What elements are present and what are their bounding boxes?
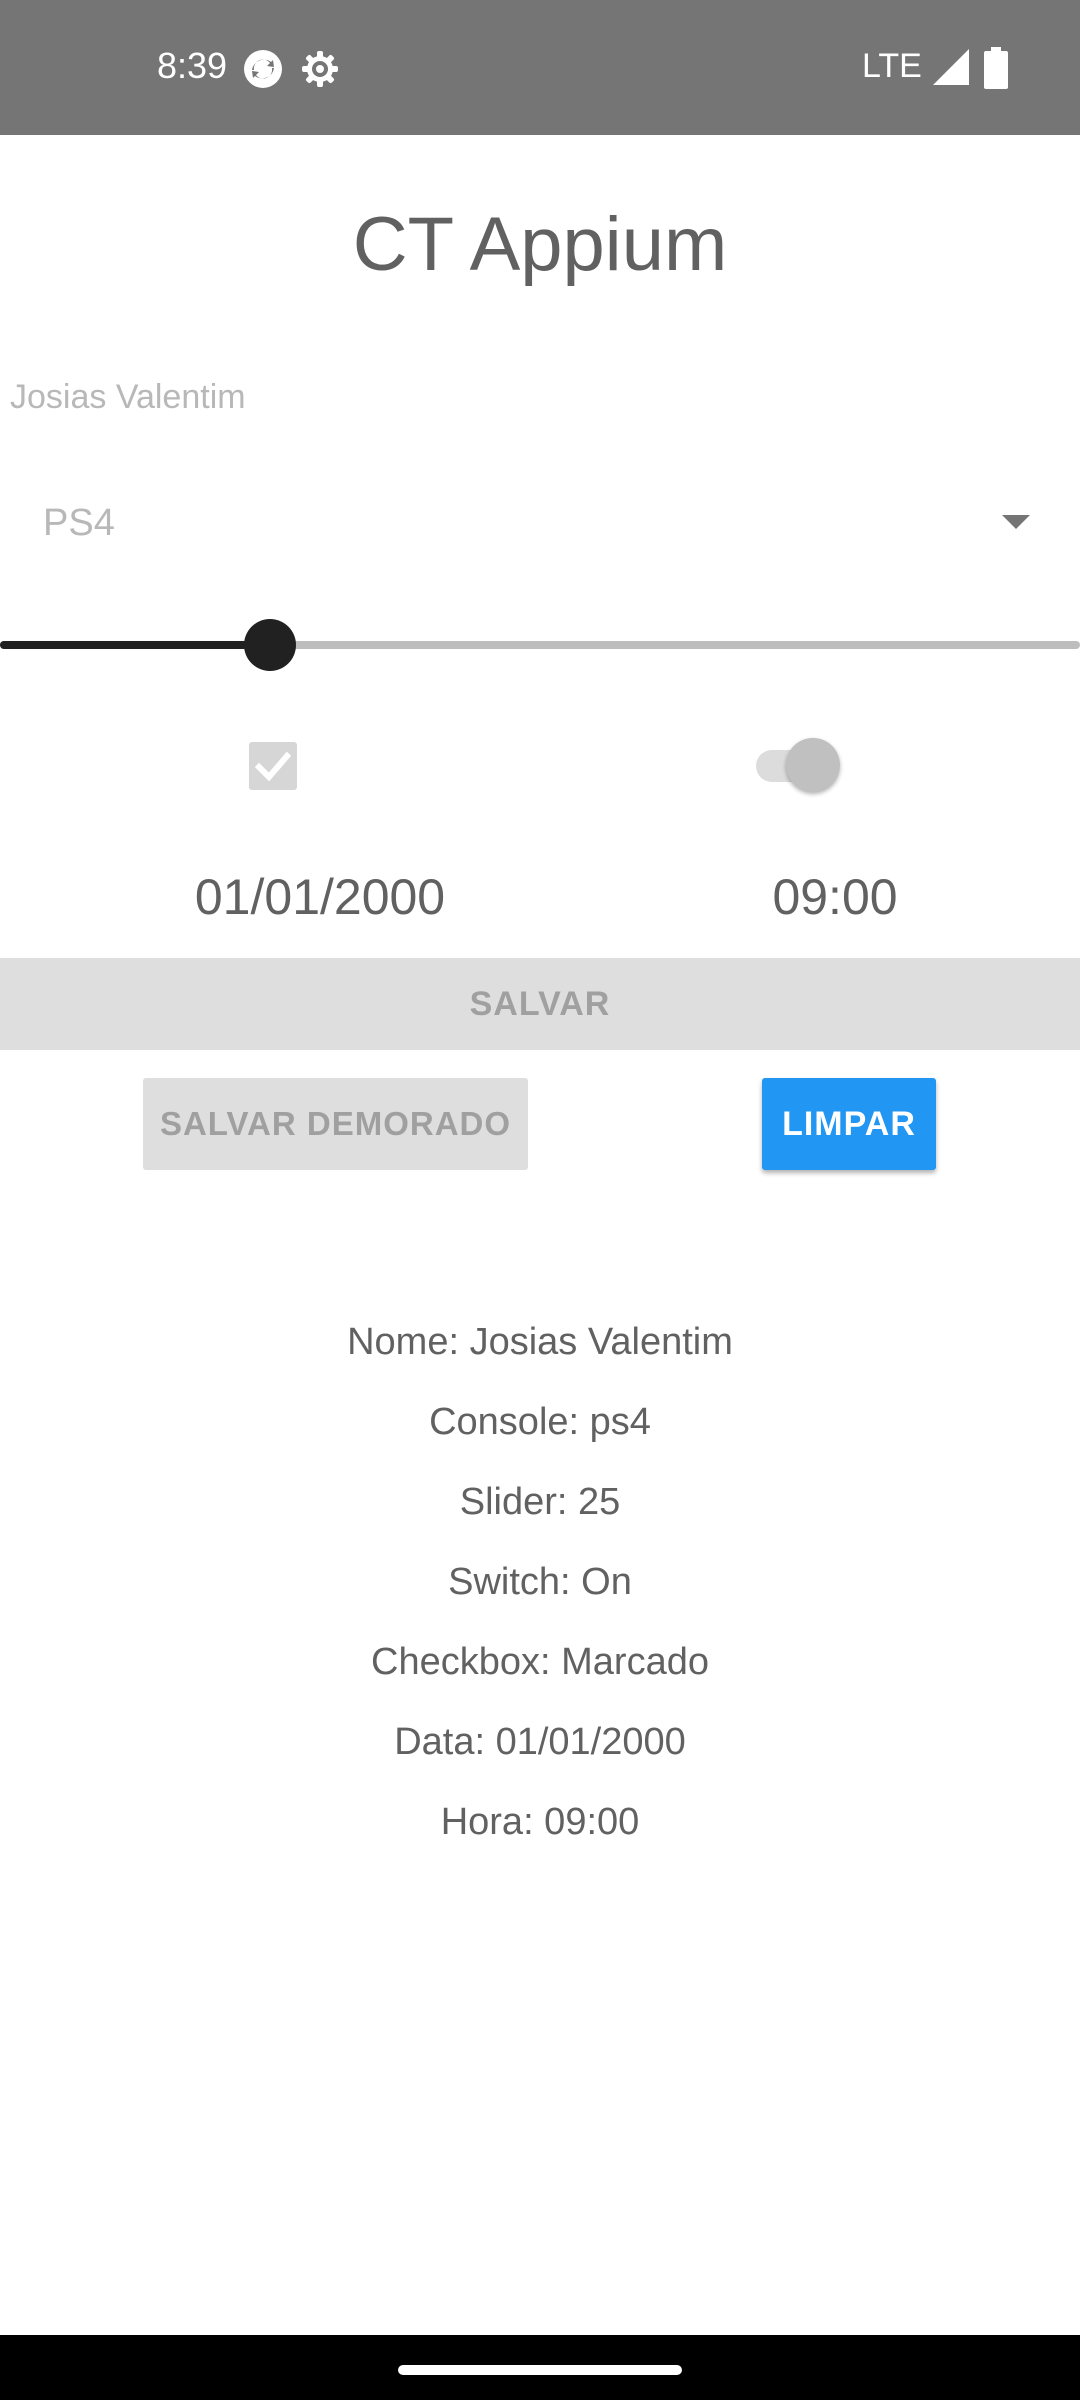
console-spinner[interactable]: PS4 [0,490,1080,560]
check-icon [254,751,292,782]
clear-button[interactable]: LIMPAR [762,1078,936,1170]
status-bar: 8:39 LTE [0,0,1080,135]
console-selected-value: PS4 [43,502,115,544]
result-slider: Slider: 25 [459,1481,621,1523]
result-time: Hora: 09:00 [440,1801,640,1843]
home-gesture-handle[interactable] [398,2365,682,2375]
value-slider[interactable] [0,615,1080,675]
checkbox[interactable] [249,742,297,790]
switch-thumb [786,738,840,792]
result-name: Nome: Josias Valentim [347,1321,733,1363]
result-checkbox: Checkbox: Marcado [371,1641,709,1683]
status-time: 8:39 [157,45,228,86]
navigation-bar [0,2335,1080,2400]
results-panel: Nome: Josias Valentim Console: ps4 Slide… [0,1302,1080,1862]
date-picker-text[interactable]: 01/01/2000 [120,865,520,929]
save-button[interactable]: SALVAR [0,958,1080,1050]
app-title: CT Appium [352,202,728,287]
name-input[interactable]: Josias Valentim [10,372,1070,422]
slider-fill [0,641,270,649]
signal-icon [933,49,969,85]
result-console: Console: ps4 [429,1401,651,1443]
settings-icon [302,51,338,87]
dropdown-arrow-icon [1002,515,1030,529]
battery-icon [984,47,1008,89]
save-delayed-button[interactable]: SALVAR DEMORADO [143,1078,528,1170]
time-picker-text[interactable]: 09:00 [700,865,970,929]
network-type: LTE [862,47,922,85]
sync-icon [244,50,282,88]
toggle-switch[interactable] [752,738,842,794]
result-date: Data: 01/01/2000 [394,1721,686,1763]
slider-thumb[interactable] [244,619,296,671]
result-switch: Switch: On [448,1561,632,1603]
